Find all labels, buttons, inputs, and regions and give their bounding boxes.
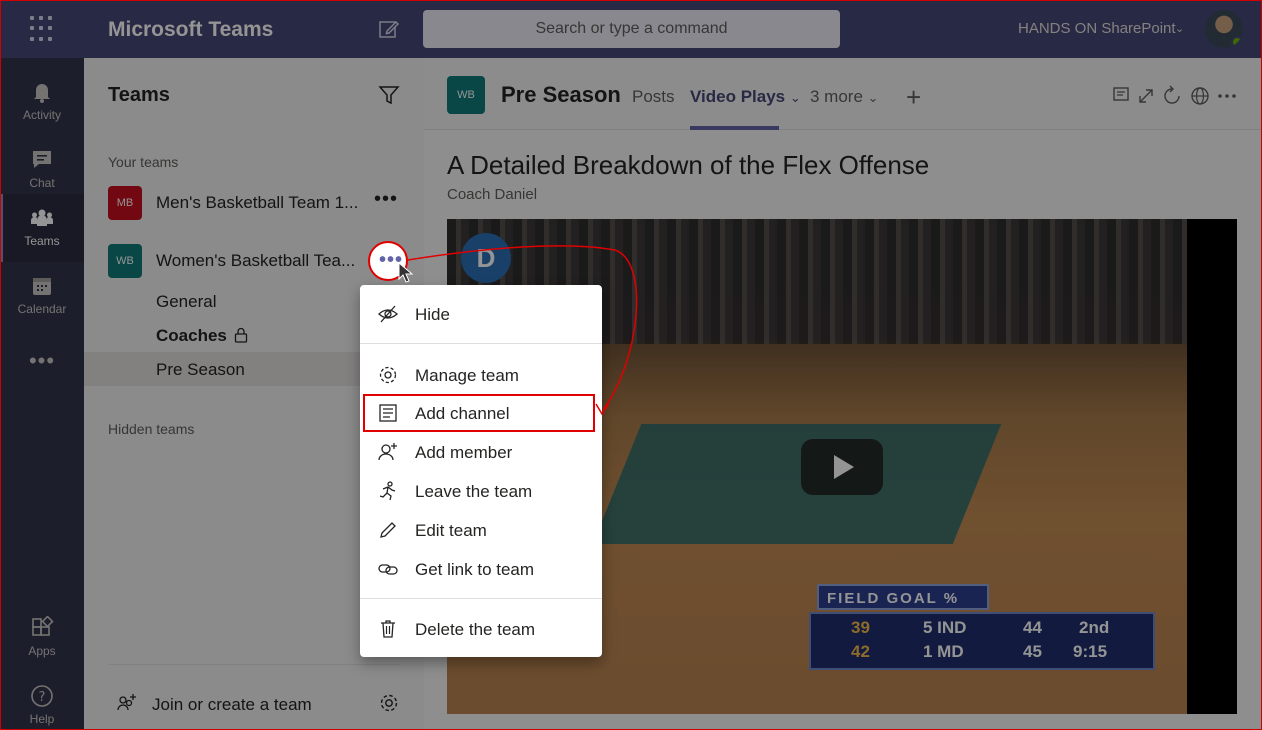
menu-item-label: Add channel — [415, 404, 510, 423]
menu-divider — [360, 343, 602, 344]
menu-item-label: Manage team — [415, 366, 519, 385]
team-context-menu: Hide Manage team Add channel Add member … — [360, 285, 602, 657]
mouse-cursor-icon — [398, 262, 414, 283]
menu-item-label: Hide — [415, 305, 450, 324]
menu-item-label: Get link to team — [415, 560, 535, 579]
trash-icon — [381, 620, 395, 638]
add-member-icon — [378, 443, 397, 461]
menu-item-label: Delete the team — [415, 620, 536, 639]
menu-item-label: Edit team — [415, 521, 487, 540]
hide-icon — [378, 305, 398, 323]
menu-item-label: Add member — [415, 443, 513, 462]
gear-icon — [379, 366, 397, 384]
modal-overlay — [0, 0, 1262, 730]
leave-icon — [379, 481, 396, 501]
menu-divider — [360, 598, 602, 599]
menu-item-get-link[interactable]: Get link to team — [360, 550, 602, 588]
link-icon — [378, 564, 398, 575]
add-channel-icon — [379, 404, 397, 422]
menu-item-label: Leave the team — [415, 482, 533, 501]
menu-item-hide[interactable]: Hide — [360, 295, 602, 333]
menu-item-delete-team[interactable]: Delete the team — [360, 610, 602, 648]
pencil-icon — [380, 522, 396, 538]
menu-item-manage-team[interactable]: Manage team — [360, 356, 602, 394]
menu-item-add-channel[interactable]: Add channel — [363, 394, 595, 432]
menu-item-leave-team[interactable]: Leave the team — [360, 472, 602, 510]
menu-item-edit-team[interactable]: Edit team — [360, 511, 602, 549]
menu-item-add-member[interactable]: Add member — [360, 433, 602, 471]
